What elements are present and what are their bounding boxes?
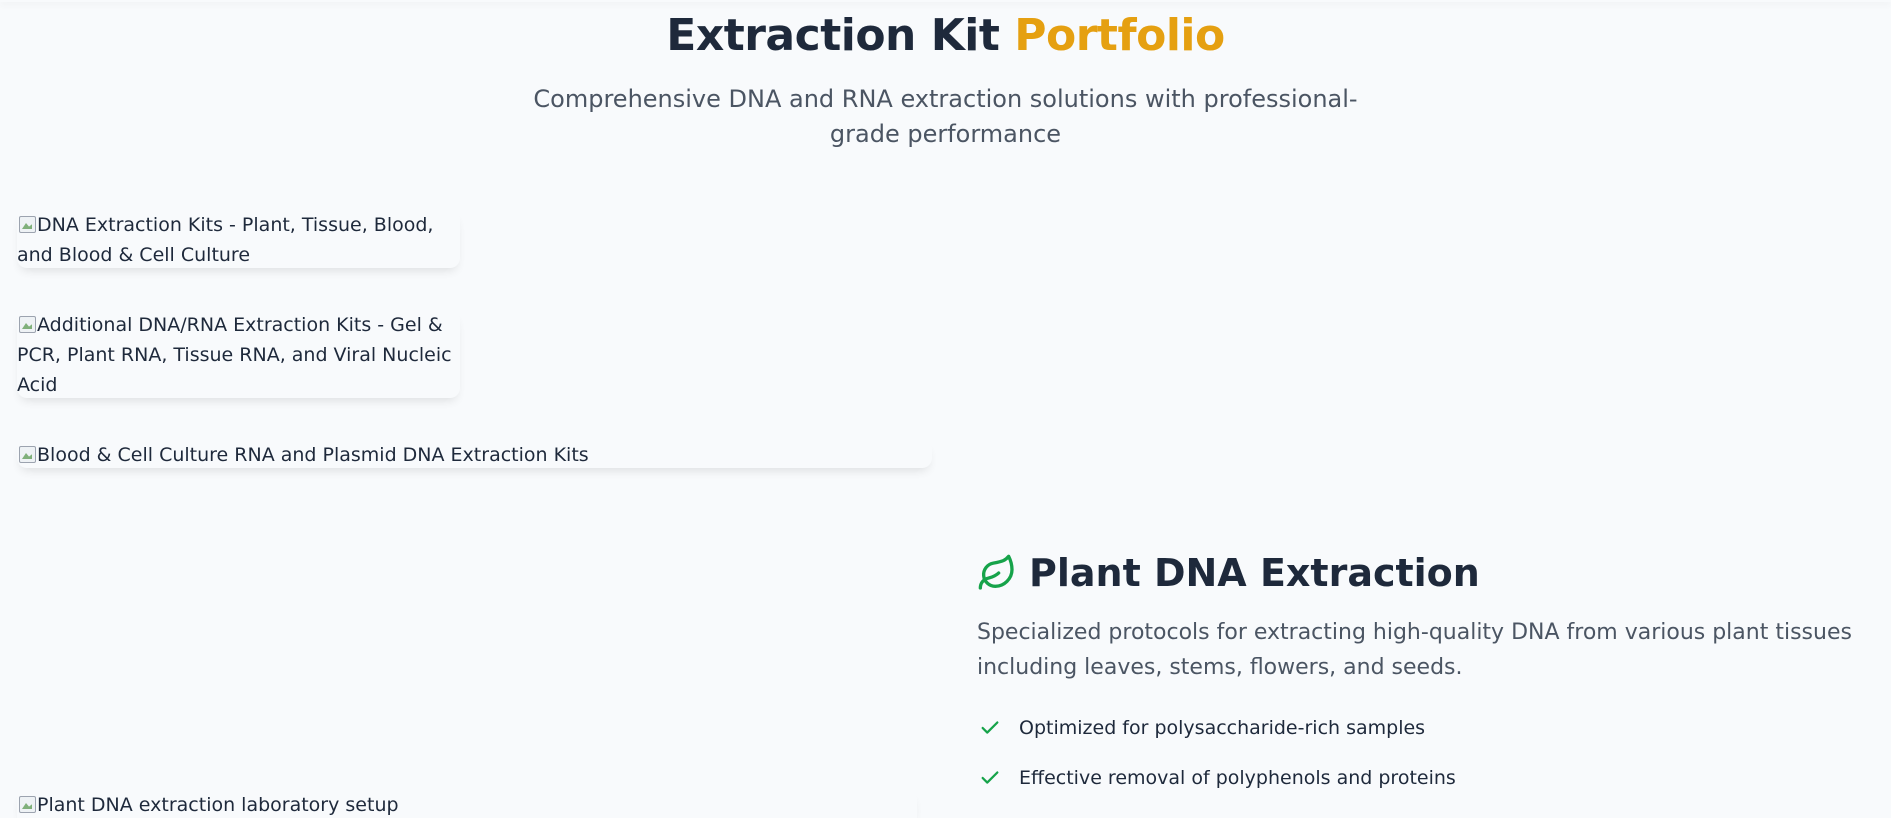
feature-title: Plant DNA Extraction	[1029, 551, 1480, 595]
rna-plasmid-image-alt: Blood & Cell Culture RNA and Plasmid DNA…	[37, 444, 589, 466]
section-subtitle: Comprehensive DNA and RNA extraction sol…	[533, 85, 1358, 148]
feature-checklist: Optimized for polysaccharide-rich sample…	[977, 703, 1877, 803]
broken-image-icon	[17, 444, 37, 464]
rna-plasmid-image: Blood & Cell Culture RNA and Plasmid DNA…	[17, 440, 932, 468]
list-item: Optimized for polysaccharide-rich sample…	[977, 703, 1877, 753]
dna-kits-image-alt: DNA Extraction Kits - Plant, Tissue, Blo…	[17, 214, 434, 266]
plant-dna-feature: Plant DNA Extraction Specialized protoco…	[977, 548, 1877, 803]
additional-kits-image: Additional DNA/RNA Extraction Kits - Gel…	[17, 310, 460, 398]
additional-kits-image-alt: Additional DNA/RNA Extraction Kits - Gel…	[17, 314, 452, 396]
leaf-icon	[978, 554, 1014, 590]
list-item: Effective removal of polyphenols and pro…	[977, 753, 1877, 803]
feature-description: Specialized protocols for extracting hig…	[977, 620, 1852, 680]
check-icon	[981, 721, 999, 734]
title-accent: Portfolio	[1014, 10, 1225, 61]
dna-kits-image: DNA Extraction Kits - Plant, Tissue, Blo…	[17, 210, 460, 268]
list-item-label: Optimized for polysaccharide-rich sample…	[1019, 717, 1426, 739]
list-item-label: Effective removal of polyphenols and pro…	[1019, 767, 1456, 789]
broken-image-icon	[17, 794, 37, 814]
check-icon	[981, 771, 999, 784]
feature-heading: Plant DNA Extraction	[977, 548, 1877, 598]
section-title: Extraction Kit Portfolio	[0, 10, 1891, 62]
broken-image-icon	[17, 314, 37, 334]
plant-lab-image: Plant DNA extraction laboratory setup	[17, 790, 917, 818]
plant-lab-image-alt: Plant DNA extraction laboratory setup	[37, 794, 399, 816]
broken-image-icon	[17, 214, 37, 234]
top-bar-shadow	[0, 0, 1891, 2]
title-main: Extraction Kit	[666, 10, 1000, 61]
